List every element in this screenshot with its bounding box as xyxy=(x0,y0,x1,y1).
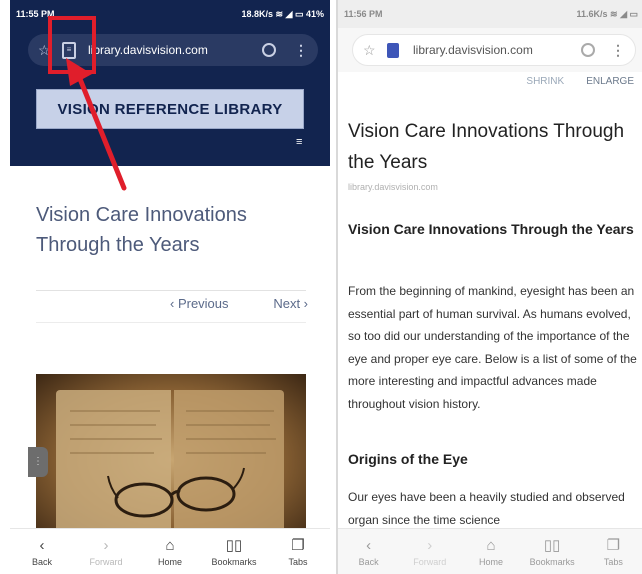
tabs-icon: ❐ xyxy=(291,536,305,554)
article-title: Vision Care Innovations Through the Year… xyxy=(36,204,247,256)
nav-tabs[interactable]: ❐ Tabs xyxy=(270,537,326,567)
home-icon: ⌂ xyxy=(486,536,496,554)
nav-label: Forward xyxy=(413,556,447,567)
nav-bookmarks[interactable]: ▯▯ Bookmarks xyxy=(206,537,262,567)
text-line xyxy=(70,410,160,412)
bookmarks-icon: ▯▯ xyxy=(225,536,243,554)
forward-icon: › xyxy=(103,536,109,554)
reader-heading: Vision Care Innovations Through the Year… xyxy=(348,221,634,237)
status-indicators: 18.8K/s ≋ ◢ ▭ 41% xyxy=(241,8,324,19)
nav-label: Forward xyxy=(89,556,123,567)
reload-icon[interactable] xyxy=(581,43,595,57)
previous-link[interactable]: ‹ Previous xyxy=(170,296,229,311)
nav-label: Back xyxy=(31,556,52,567)
nav-label: Tabs xyxy=(603,556,623,567)
hamburger-icon[interactable]: ≡ xyxy=(296,136,302,148)
status-indicators: 11.6K/s ≋ ◢ ▭ xyxy=(576,8,639,19)
reader-subheading: Origins of the Eye xyxy=(348,451,468,467)
reload-icon[interactable] xyxy=(262,43,276,57)
divider xyxy=(36,290,306,291)
nav-tabs[interactable]: ❐ Tabs xyxy=(585,537,641,567)
reader-paragraph: Our eyes have been a heavily studied and… xyxy=(348,490,625,527)
annotation-arrow xyxy=(66,58,127,191)
article-pager: ‹ Previous Next › xyxy=(170,296,308,311)
reader-controls: SHRINK ENLARGE xyxy=(338,76,642,98)
url-text[interactable]: library.davisvision.com xyxy=(88,43,262,57)
menu-icon[interactable]: ⋮ xyxy=(611,42,625,59)
eyeglasses-graphic xyxy=(107,467,245,518)
nav-label: Bookmarks xyxy=(211,556,257,567)
status-bar: 11:56 PM 11.6K/s ≋ ◢ ▭ xyxy=(338,0,642,28)
bottom-nav-bar: ‹ Back › Forward ⌂ Home ▯▯ Bookmarks ❐ T… xyxy=(10,528,330,574)
nav-label: Home xyxy=(157,556,182,567)
url-text[interactable]: library.davisvision.com xyxy=(413,43,581,57)
reader-title: Vision Care Innovations Through the Year… xyxy=(348,121,625,173)
text-line xyxy=(70,438,162,440)
back-icon: ‹ xyxy=(366,536,372,554)
menu-icon[interactable]: ⋮ xyxy=(294,42,308,59)
shrink-button[interactable]: SHRINK xyxy=(526,76,564,98)
right-phone-screen: 11:56 PM 11.6K/s ≋ ◢ ▭ ☆ library.davisvi… xyxy=(336,0,642,574)
text-line xyxy=(70,424,156,426)
nav-label: Back xyxy=(358,556,379,567)
address-bar[interactable]: ☆ library.davisvision.com ⋮ xyxy=(352,34,636,66)
nav-label: Bookmarks xyxy=(529,556,575,567)
text-line xyxy=(186,452,266,454)
tabs-icon: ❐ xyxy=(606,536,621,554)
text-line xyxy=(186,424,270,426)
reader-paragraph: From the beginning of mankind, eyesight … xyxy=(348,284,637,411)
home-icon: ⌂ xyxy=(165,536,175,554)
browser-toolbar: ☆ library.davisvision.com ⋮ xyxy=(338,28,642,72)
back-icon: ‹ xyxy=(39,536,45,554)
nav-label: Home xyxy=(478,556,503,567)
reader-mode-icon[interactable] xyxy=(387,42,399,58)
nav-back[interactable]: ‹ Back xyxy=(341,537,397,567)
nav-back[interactable]: ‹ Back xyxy=(14,537,70,567)
bookmarks-icon: ▯▯ xyxy=(543,536,561,554)
status-time: 11:56 PM xyxy=(344,9,383,19)
nav-label: Tabs xyxy=(288,556,308,567)
nav-forward[interactable]: › Forward xyxy=(78,537,134,567)
enlarge-button[interactable]: ENLARGE xyxy=(586,76,634,98)
article-image-glasses-on-book xyxy=(36,374,306,530)
text-line xyxy=(186,438,276,440)
divider xyxy=(36,322,306,323)
forward-icon: › xyxy=(427,536,433,554)
next-link[interactable]: Next › xyxy=(273,296,308,311)
comparison-screenshot: 11:55 PM 18.8K/s ≋ ◢ ▭ 41% ☆ ≡ library.d… xyxy=(0,0,642,574)
bottom-nav-bar: ‹ Back › Forward ⌂ Home ▯▯ Bookmarks ❐ T… xyxy=(338,528,642,574)
text-line xyxy=(70,452,154,454)
nav-home[interactable]: ⌂ Home xyxy=(142,537,198,567)
reader-domain: library.davisvision.com xyxy=(348,182,438,192)
nav-home[interactable]: ⌂ Home xyxy=(463,537,519,567)
nav-bookmarks[interactable]: ▯▯ Bookmarks xyxy=(524,537,580,567)
text-line xyxy=(186,410,274,412)
nav-forward[interactable]: › Forward xyxy=(402,537,458,567)
side-panel-handle[interactable]: ⋮ xyxy=(28,447,48,477)
star-icon[interactable]: ☆ xyxy=(363,42,379,59)
